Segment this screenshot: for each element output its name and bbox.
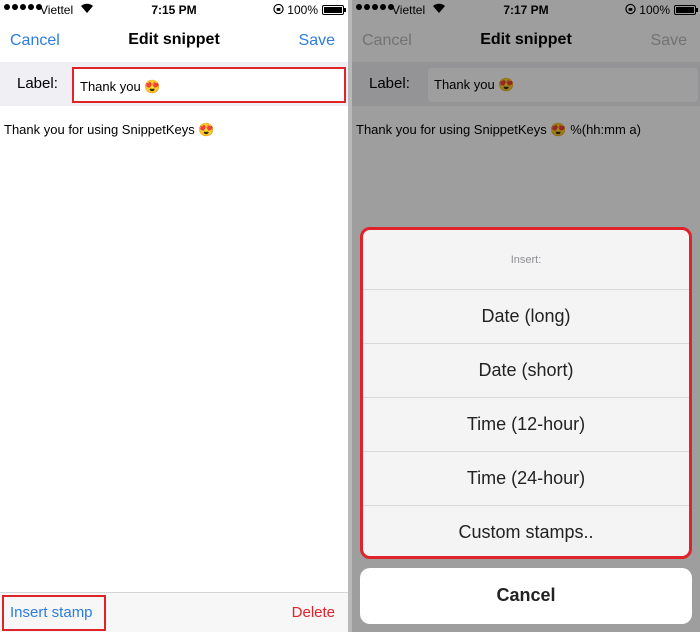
rotation-lock-icon (625, 3, 636, 15)
label-input[interactable]: Thank you 😍 (428, 68, 698, 102)
nav-bar: Cancel Edit snippet Save (0, 20, 348, 62)
battery-icon (674, 5, 698, 15)
page-title: Edit snippet (480, 31, 572, 48)
option-time-24-hour[interactable]: Time (24-hour) (363, 452, 689, 506)
right-screen: Viettel 7:17 PM 100% Cancel Edit snippet… (352, 0, 700, 632)
insert-stamp-button[interactable]: Insert stamp (2, 595, 106, 631)
battery-icon (322, 5, 346, 15)
insert-action-sheet: Insert: Date (long) Date (short) Time (1… (360, 227, 692, 559)
label-caption: Label: (369, 75, 410, 92)
status-bar: Viettel 7:17 PM 100% (352, 0, 700, 20)
battery-percent: 100% (287, 3, 318, 17)
label-row: Label: Thank you 😍 (0, 62, 348, 106)
page-title: Edit snippet (128, 31, 220, 48)
delete-button[interactable]: Delete (292, 604, 335, 621)
battery-percent: 100% (639, 3, 670, 17)
snippet-body-input[interactable]: Thank you for using SnippetKeys 😍 %(hh:m… (356, 122, 641, 138)
nav-bar: Cancel Edit snippet Save (352, 20, 700, 62)
left-screen: Viettel 7:15 PM 100% Cancel Edit snippet… (0, 0, 348, 632)
label-caption: Label: (17, 75, 58, 92)
label-input[interactable]: Thank you 😍 (72, 67, 346, 103)
label-row: Label: Thank you 😍 (352, 62, 700, 106)
status-bar: Viettel 7:15 PM 100% (0, 0, 348, 20)
snippet-body-input[interactable]: Thank you for using SnippetKeys 😍 (4, 122, 215, 138)
option-time-12-hour[interactable]: Time (12-hour) (363, 398, 689, 452)
option-date-short[interactable]: Date (short) (363, 344, 689, 398)
option-custom-stamps[interactable]: Custom stamps.. (363, 506, 689, 556)
rotation-lock-icon (273, 3, 284, 15)
action-sheet-cancel-button[interactable]: Cancel (360, 568, 692, 624)
action-sheet-title: Insert: (363, 230, 689, 290)
save-button[interactable]: Save (299, 32, 335, 50)
option-date-long[interactable]: Date (long) (363, 290, 689, 344)
bottom-toolbar: Insert stamp Delete (0, 592, 348, 632)
save-button[interactable]: Save (651, 32, 687, 50)
